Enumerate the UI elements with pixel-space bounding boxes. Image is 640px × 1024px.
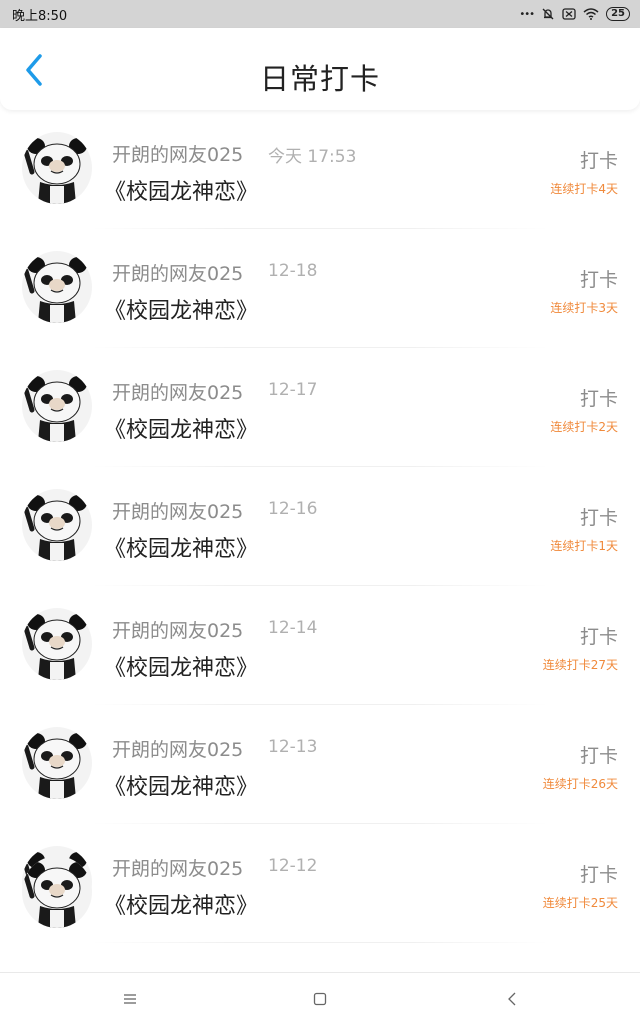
checkin-button[interactable]: 打卡 (580, 265, 618, 292)
checkin-button[interactable]: 打卡 (580, 503, 618, 530)
battery-icon: 25 (606, 7, 630, 21)
avatar[interactable] (22, 608, 92, 680)
checkin-row[interactable]: 开朗的网友025 12-13 《校园龙神恋》 打卡 连续打卡26天 (0, 705, 640, 824)
book-title[interactable]: 《校园龙神恋》 (104, 293, 258, 325)
user-name: 开朗的网友025 (112, 858, 244, 880)
book-title[interactable]: 《校园龙神恋》 (104, 412, 258, 444)
sim-card-off-icon (562, 8, 576, 20)
checkin-row[interactable]: 开朗的网友025 12-12 《校园龙神恋》 打卡 连续打卡25天 (0, 824, 640, 943)
home-square-icon (313, 992, 327, 1006)
checkin-row[interactable]: 开朗的网友025 12-14 《校园龙神恋》 打卡 连续打卡27天 (0, 586, 640, 705)
checkin-button[interactable]: 打卡 (580, 860, 618, 887)
streak-label: 连续打卡25天 (542, 896, 618, 910)
menu-icon (124, 994, 136, 1004)
checkin-date: 12-16 (268, 499, 318, 519)
nav-back-button[interactable] (482, 973, 542, 1024)
checkin-date: 今天 17:53 (268, 147, 357, 167)
menu-button[interactable] (100, 973, 160, 1024)
checkin-button[interactable]: 打卡 (580, 622, 618, 649)
bell-muted-icon (541, 7, 555, 21)
checkin-row[interactable]: 开朗的网友025 12-17 《校园龙神恋》 打卡 连续打卡2天 (0, 348, 640, 467)
checkin-row[interactable]: 开朗的网友025 12-16 《校园龙神恋》 打卡 连续打卡1天 (0, 467, 640, 586)
wifi-icon (583, 8, 599, 20)
avatar[interactable] (22, 251, 92, 323)
checkin-date: 12-12 (268, 856, 318, 876)
user-name: 开朗的网友025 (112, 739, 244, 761)
row-divider (90, 942, 550, 943)
streak-label: 连续打卡4天 (550, 182, 618, 196)
avatar-partial (22, 856, 92, 928)
checkin-button[interactable]: 打卡 (580, 384, 618, 411)
book-title[interactable]: 《校园龙神恋》 (104, 531, 258, 563)
streak-label: 连续打卡1天 (550, 539, 618, 553)
streak-label: 连续打卡26天 (542, 777, 618, 791)
book-title[interactable]: 《校园龙神恋》 (104, 769, 258, 801)
streak-label: 连续打卡2天 (550, 420, 618, 434)
streak-label: 连续打卡27天 (542, 658, 618, 672)
header: 日常打卡 (0, 28, 640, 110)
home-button[interactable] (290, 973, 350, 1024)
book-title[interactable]: 《校园龙神恋》 (104, 888, 258, 920)
checkin-row[interactable]: 开朗的网友025 12-18 《校园龙神恋》 打卡 连续打卡3天 (0, 229, 640, 348)
checkin-date: 12-13 (268, 737, 318, 757)
status-time: 晚上8:50 (12, 8, 68, 24)
status-bar: 晚上8:50 ••• 25 (0, 0, 640, 28)
user-name: 开朗的网友025 (112, 144, 244, 166)
dots-icon: ••• (519, 8, 535, 20)
checkin-date: 12-17 (268, 380, 318, 400)
user-name: 开朗的网友025 (112, 501, 244, 523)
user-name: 开朗的网友025 (112, 263, 244, 285)
user-name: 开朗的网友025 (112, 620, 244, 642)
avatar[interactable] (22, 489, 92, 561)
book-title[interactable]: 《校园龙神恋》 (104, 650, 258, 682)
status-icons: ••• 25 (519, 7, 630, 21)
avatar[interactable] (22, 370, 92, 442)
streak-label: 连续打卡3天 (550, 301, 618, 315)
system-nav-bar (0, 972, 640, 1024)
checkin-date: 12-18 (268, 261, 318, 281)
checkin-list: 开朗的网友025 今天 17:53 《校园龙神恋》 打卡 连续打卡4天 开朗的网… (0, 110, 640, 972)
page-title: 日常打卡 (259, 62, 380, 96)
checkin-row[interactable]: 开朗的网友025 今天 17:53 《校园龙神恋》 打卡 连续打卡4天 (0, 110, 640, 229)
user-name: 开朗的网友025 (112, 382, 244, 404)
back-triangle-icon (508, 992, 516, 1006)
checkin-button[interactable]: 打卡 (580, 146, 618, 173)
avatar[interactable] (22, 132, 92, 204)
checkin-date: 12-14 (268, 618, 318, 638)
book-title[interactable]: 《校园龙神恋》 (104, 174, 258, 206)
avatar[interactable] (22, 727, 92, 799)
checkin-button[interactable]: 打卡 (580, 741, 618, 768)
